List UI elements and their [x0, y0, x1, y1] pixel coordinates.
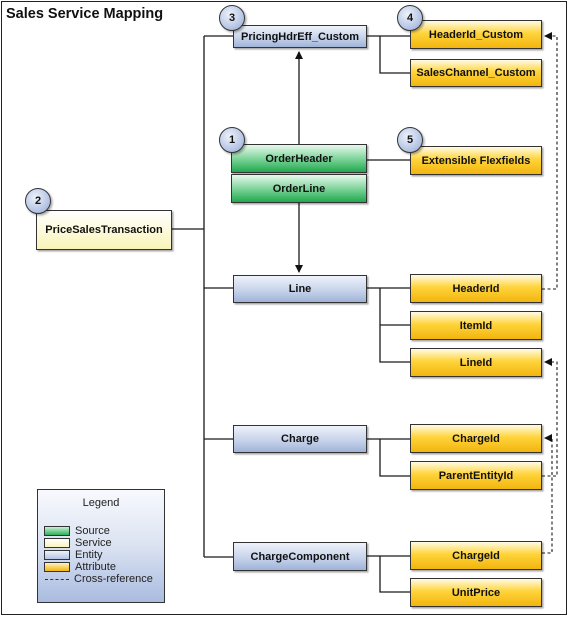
- attribute-label: LineId: [459, 356, 493, 369]
- attribute-label: SalesChannel_Custom: [416, 67, 536, 79]
- legend-item-service: Service: [44, 537, 112, 549]
- legend-swatch-entity: [44, 550, 70, 560]
- connector-line-attributes: [367, 287, 410, 363]
- connector-pricing-attributes: [367, 35, 410, 74]
- attribute-header-id-custom[interactable]: HeaderId_Custom: [410, 20, 542, 49]
- badge-number: 4: [406, 12, 414, 24]
- entity-charge[interactable]: Charge: [233, 425, 367, 453]
- legend-label: Source: [75, 525, 110, 537]
- legend-label: Attribute: [75, 561, 116, 573]
- entity-line[interactable]: Line: [233, 275, 367, 303]
- legend-item-cross-reference: Cross-reference: [44, 573, 153, 585]
- attribute-component-unit-price[interactable]: UnitPrice: [410, 578, 542, 607]
- entity-pricing-hdr-eff-custom[interactable]: PricingHdrEff_Custom: [233, 25, 367, 48]
- attribute-label: ChargeId: [452, 549, 500, 562]
- entity-label: PricingHdrEff_Custom: [241, 30, 359, 43]
- legend-label: Cross-reference: [74, 573, 153, 585]
- attribute-label: HeaderId: [452, 282, 500, 295]
- entity-label: ChargeComponent: [250, 550, 350, 563]
- service-price-sales-transaction[interactable]: PriceSalesTransaction: [36, 210, 172, 250]
- legend-label: Service: [75, 537, 112, 549]
- xref-component-chargeid-to-chargeid: [542, 434, 553, 554]
- attribute-extensible-flexfields[interactable]: Extensible Flexfields: [410, 146, 542, 175]
- badge-number: 3: [228, 12, 236, 24]
- attribute-component-charge-id[interactable]: ChargeId: [410, 541, 542, 570]
- attribute-charge-parent-entity-id[interactable]: ParentEntityId: [410, 461, 542, 490]
- attribute-label: ItemId: [459, 319, 493, 332]
- attribute-line-line-id[interactable]: LineId: [410, 348, 542, 377]
- badge-number: 2: [34, 195, 42, 207]
- step-badge-1: 1: [219, 127, 245, 153]
- attribute-sales-channel-custom[interactable]: SalesChannel_Custom: [410, 59, 542, 87]
- legend-item-source: Source: [44, 525, 110, 537]
- xref-headerid-to-headerid-custom: [542, 32, 558, 290]
- source-label: OrderHeader: [265, 152, 333, 165]
- legend-item-entity: Entity: [44, 549, 103, 561]
- entity-label: Charge: [281, 433, 319, 445]
- xref-parententityid-to-lineid: [542, 358, 558, 477]
- attribute-label: ChargeId: [452, 432, 500, 445]
- legend-dash-cross-reference: [45, 578, 69, 580]
- legend-swatch-source: [44, 526, 70, 536]
- badge-number: 5: [406, 134, 414, 146]
- attribute-label: UnitPrice: [451, 586, 501, 599]
- legend-swatch-attribute: [44, 562, 70, 572]
- connector-component-attributes: [367, 555, 410, 593]
- source-order-header[interactable]: OrderHeader: [231, 144, 367, 173]
- entity-charge-component[interactable]: ChargeComponent: [233, 542, 367, 571]
- attribute-label: ParentEntityId: [438, 469, 514, 482]
- legend: Legend Source Service Entity Attribute C…: [37, 489, 165, 603]
- step-badge-5: 5: [397, 127, 423, 153]
- legend-item-attribute: Attribute: [44, 561, 116, 573]
- step-badge-2: 2: [25, 188, 51, 214]
- attribute-line-item-id[interactable]: ItemId: [410, 311, 542, 340]
- badge-number: 1: [228, 134, 236, 146]
- attribute-label: HeaderId_Custom: [428, 28, 524, 41]
- source-label: OrderLine: [272, 182, 326, 195]
- attribute-charge-charge-id[interactable]: ChargeId: [410, 424, 542, 453]
- attribute-line-header-id[interactable]: HeaderId: [410, 274, 542, 303]
- step-badge-4: 4: [397, 5, 423, 31]
- source-order-line[interactable]: OrderLine: [231, 174, 367, 203]
- entity-label: Line: [288, 283, 312, 295]
- legend-label: Entity: [75, 549, 103, 561]
- service-label: PriceSalesTransaction: [45, 224, 163, 236]
- attribute-label: Extensible Flexfields: [421, 154, 531, 167]
- legend-swatch-service: [44, 538, 70, 548]
- step-badge-3: 3: [219, 5, 245, 31]
- connector-charge-attributes: [367, 438, 410, 477]
- legend-title: Legend: [82, 497, 120, 509]
